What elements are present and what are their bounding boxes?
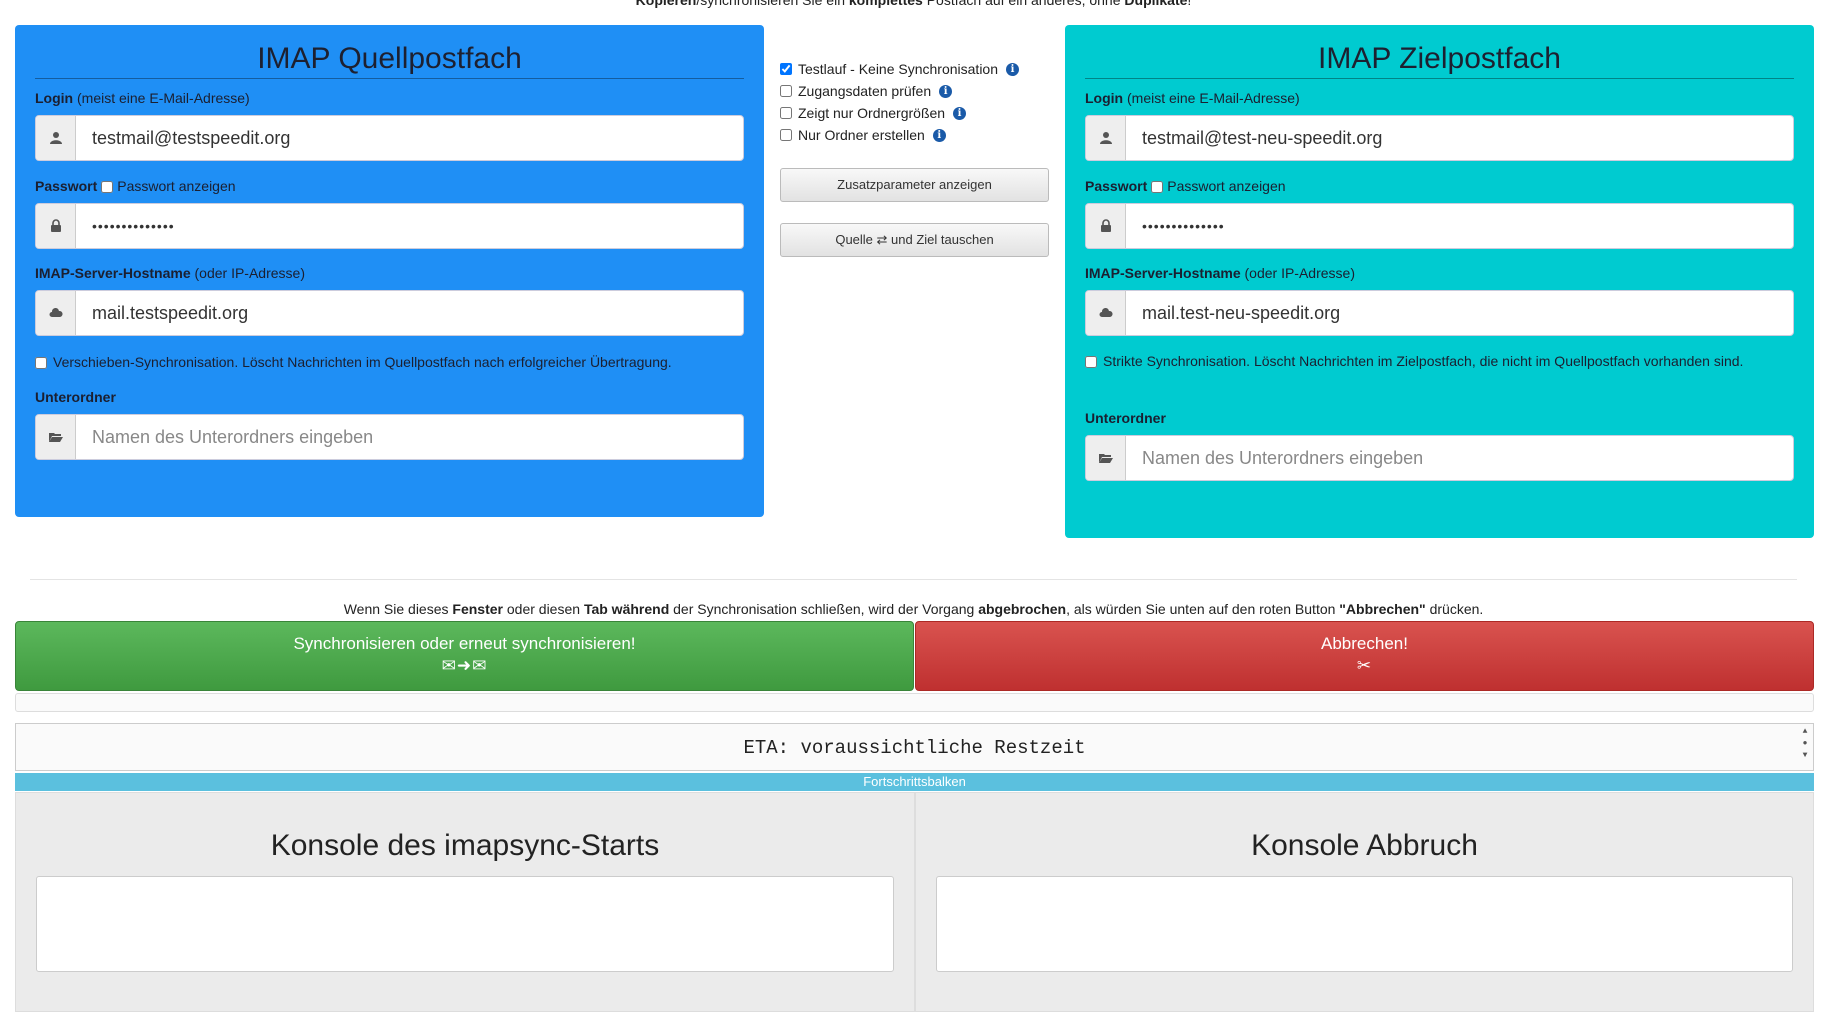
source-move-sync-row: Verschieben-Synchronisation. Löscht Nach… [35,351,744,373]
move-sync-checkbox[interactable] [35,357,47,369]
strict-sync-checkbox[interactable] [1085,356,1097,368]
info-icon[interactable]: i [932,128,946,142]
target-login-group [1085,115,1794,161]
source-host-input[interactable] [76,291,743,335]
extra-params-button[interactable]: Zusatzparameter anzeigen [780,168,1049,202]
eta-display: ETA: voraussichtliche Restzeit ▲ ● ▼ [15,723,1814,771]
folder-open-icon [1086,436,1126,480]
source-subfolder-group [35,414,744,460]
source-password-input[interactable] [76,204,743,248]
start-console-output[interactable] [36,876,894,972]
target-mailbox-panel: IMAP Zielpostfach Login (meist eine E-Ma… [1065,25,1814,538]
folder-sizes-checkbox[interactable] [780,107,792,119]
source-host-label: IMAP-Server-Hostname (oder IP-Adresse) [35,265,305,281]
progress-bar: Fortschrittsbalken [15,773,1814,791]
start-console-panel: Konsole des imapsync-Starts [15,792,915,1012]
source-subfolder-input[interactable] [76,415,743,459]
source-panel-title: IMAP Quellpostfach [35,42,744,79]
swap-source-target-button[interactable]: Quelle ⇄ und Ziel tauschen [780,223,1049,257]
target-subfolder-group [1085,435,1794,481]
info-icon[interactable]: i [939,84,953,98]
option-dry-run: Testlauf - Keine Synchronisation i [780,58,1045,80]
folder-open-icon [36,415,76,459]
cloud-icon [36,291,76,335]
swap-arrows-icon: ⇄ [876,232,888,247]
divider [30,579,1797,580]
lock-icon [36,204,76,248]
abort-button[interactable]: Abbrechen! ✂ [915,621,1814,691]
intro-text: Kopieren/synchronisieren Sie ein komplet… [635,0,1192,8]
info-icon[interactable]: i [1006,62,1019,76]
close-warning-text: Wenn Sie dieses Fenster oder diesen Tab … [343,601,1484,617]
source-show-password-checkbox[interactable] [101,181,114,193]
target-password-group [1085,203,1794,249]
cloud-icon [1086,291,1126,335]
sync-button[interactable]: Synchronisieren oder erneut synchronisie… [15,621,914,691]
source-password-group [35,203,744,249]
source-password-label: Passwort Passwort anzeigen [35,178,236,194]
target-subfolder-input[interactable] [1126,436,1793,480]
target-host-input[interactable] [1126,291,1793,335]
status-bar [15,693,1814,712]
target-login-label: Login (meist eine E-Mail-Adresse) [1085,90,1300,106]
source-mailbox-panel: IMAP Quellpostfach Login (meist eine E-M… [15,25,764,517]
target-subfolder-label: Unterordner [1085,410,1166,426]
source-login-group [35,115,744,161]
target-login-input[interactable] [1126,116,1793,160]
target-password-label: Passwort Passwort anzeigen [1085,178,1286,194]
source-host-group [35,290,744,336]
info-icon[interactable]: i [953,106,967,120]
option-folder-sizes: Zeigt nur Ordnergrößen i [780,102,1045,124]
mail-arrow-mail-icon: ✉➜✉ [441,656,488,675]
abort-console-panel: Konsole Abbruch [915,792,1814,1012]
abort-console-title: Konsole Abbruch [1251,829,1478,862]
target-strict-sync-row: Strikte Synchronisation. Löscht Nachrich… [1085,350,1794,372]
user-icon [36,116,76,160]
target-host-label: IMAP-Server-Hostname (oder IP-Adresse) [1085,265,1355,281]
source-subfolder-label: Unterordner [35,389,116,405]
sync-options: Testlauf - Keine Synchronisation i Zugang… [780,58,1045,146]
eta-text: ETA: voraussichtliche Restzeit [743,737,1086,759]
option-check-credentials: Zugangsdaten prüfen i [780,80,1045,102]
source-login-label: Login (meist eine E-Mail-Adresse) [35,90,250,106]
target-panel-title: IMAP Zielpostfach [1085,42,1794,79]
abort-console-output[interactable] [936,876,1793,972]
target-host-group [1085,290,1794,336]
target-show-password-checkbox[interactable] [1151,181,1164,193]
source-login-input[interactable] [76,116,743,160]
user-icon [1086,116,1126,160]
start-console-title: Konsole des imapsync-Starts [270,829,660,862]
target-password-input[interactable] [1126,204,1793,248]
lock-icon [1086,204,1126,248]
dry-run-checkbox[interactable] [780,63,792,75]
option-create-folders-only: Nur Ordner erstellen i [780,124,1045,146]
strict-sync-label: Strikte Synchronisation. Löscht Nachrich… [1103,353,1744,369]
scissors-icon: ✂ [1356,656,1373,675]
progress-bar-label: Fortschrittsbalken [863,774,966,789]
eta-scrollbar[interactable]: ▲ ● ▼ [1799,726,1811,768]
move-sync-label: Verschieben-Synchronisation. Löscht Nach… [53,354,672,370]
check-credentials-checkbox[interactable] [780,85,792,97]
create-folders-only-checkbox[interactable] [780,129,792,141]
